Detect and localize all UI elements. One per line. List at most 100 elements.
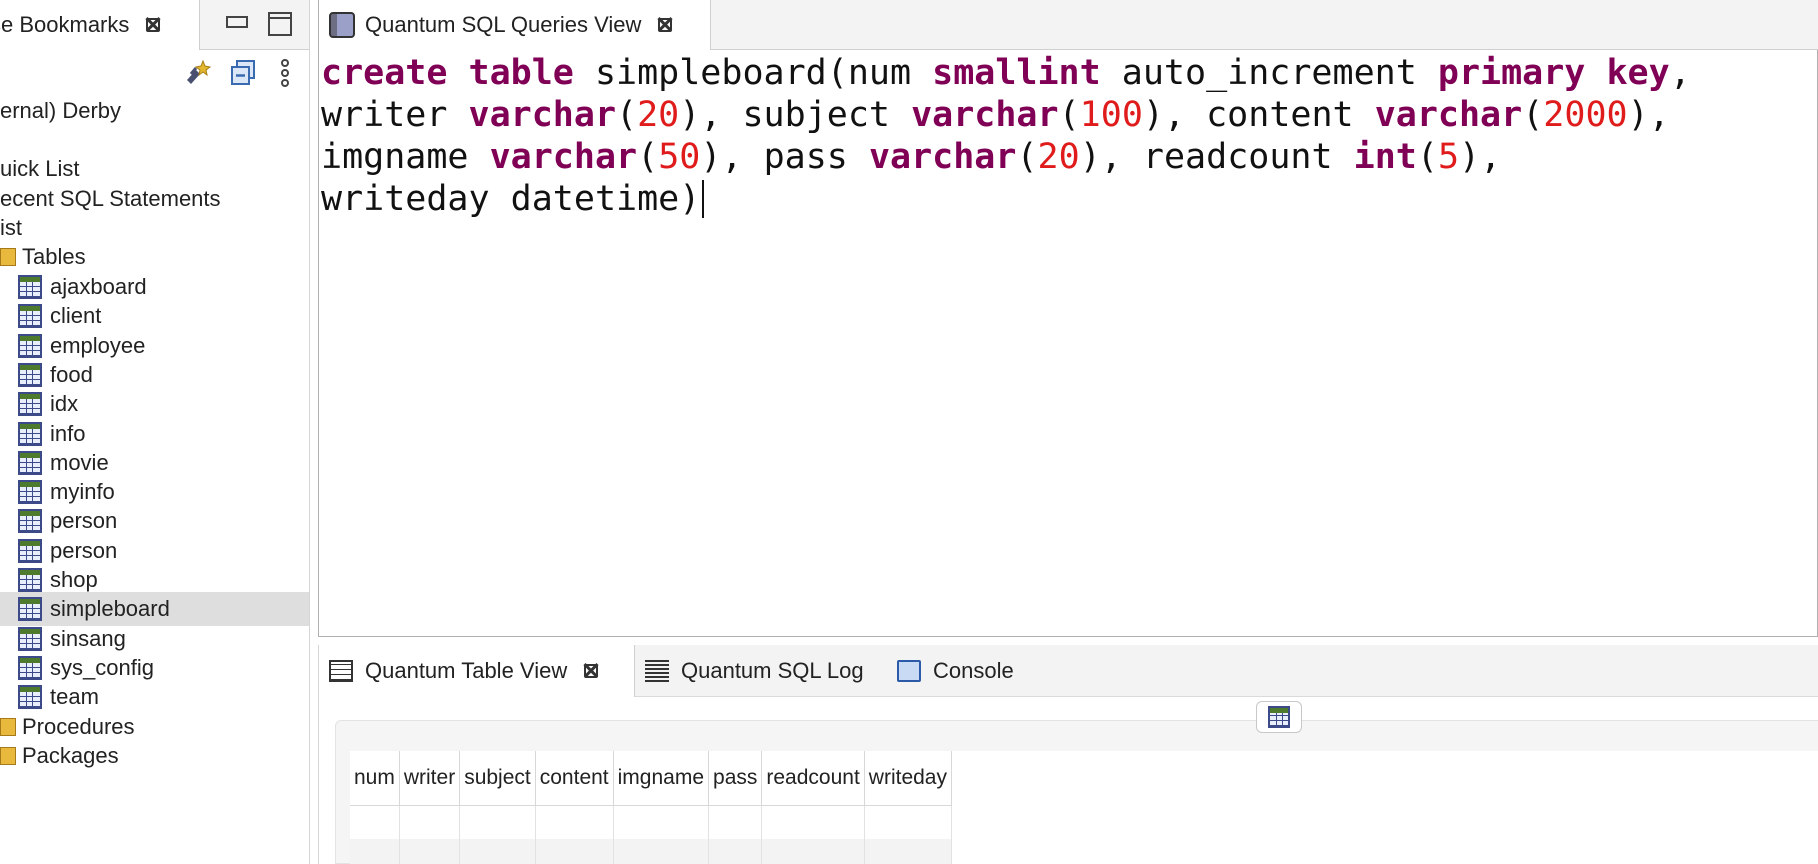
sql-line: writeday datetime): [321, 178, 1818, 220]
result-area: num writer subject content imgname pass readco…: [335, 701, 1818, 864]
collapse-all-icon[interactable]: [228, 58, 258, 88]
editor-tabbar: Quantum SQL Queries View: [319, 0, 1818, 50]
table-icon: [18, 304, 42, 329]
tree-item-label: myinfo: [50, 479, 115, 505]
bookmarks-panel: se Bookmarks ernal) Derby uick List ecent …: [0, 0, 310, 864]
table-icon: [18, 480, 42, 505]
table-cell[interactable]: [535, 805, 614, 839]
table-cell[interactable]: [613, 839, 710, 864]
table-icon: [18, 421, 42, 446]
view-menu-icon[interactable]: [276, 58, 294, 88]
tree-item-label: person: [50, 537, 118, 563]
tab-label: Quantum SQL Log: [681, 658, 864, 683]
bookmarks-tab[interactable]: se Bookmarks: [0, 0, 200, 50]
close-bookmarks-tab-icon[interactable]: [141, 13, 165, 37]
table-icon: [1268, 706, 1290, 728]
sql-line: imgname varchar(50), pass varchar(20), r…: [321, 137, 1502, 177]
tree-item-label: employee: [50, 332, 146, 358]
table-view-icon: [329, 660, 353, 682]
tree-item-label: sys_config: [50, 654, 154, 680]
table-row[interactable]: [350, 805, 952, 839]
tree-item-label: team: [50, 684, 99, 710]
tree-tables[interactable]: Tables: [0, 240, 309, 274]
sql-editor[interactable]: create table simpleboard(num smallint au…: [319, 52, 1818, 220]
tab-quantum-sql-log[interactable]: Quantum SQL Log: [645, 645, 864, 697]
folder-icon: [0, 747, 16, 765]
table-icon: [18, 450, 42, 475]
text-caret: [702, 180, 705, 218]
close-sql-queries-tab-icon[interactable]: [653, 13, 677, 37]
sql-queries-tab-label: Quantum SQL Queries View: [365, 12, 642, 37]
tree-connection-derby[interactable]: ernal) Derby: [0, 94, 309, 128]
table-row[interactable]: [350, 839, 952, 864]
table-icon: [18, 538, 42, 563]
column-header-content[interactable]: content: [535, 751, 614, 806]
tree-item-label: Procedures: [22, 714, 135, 739]
tree-item-label: idx: [50, 391, 79, 417]
column-header-imgname[interactable]: imgname: [613, 751, 710, 806]
tab-console[interactable]: Console: [897, 645, 1014, 697]
table-cell[interactable]: [459, 805, 536, 839]
table-icon: [18, 685, 42, 710]
table-icon: [18, 275, 42, 299]
tree-packages[interactable]: Packages: [0, 739, 309, 773]
tree-item-label: ajaxboard: [50, 274, 147, 299]
table-icon: [18, 568, 42, 592]
table-toggle-button[interactable]: [1256, 701, 1302, 733]
table-cell[interactable]: [350, 839, 400, 864]
table-cell[interactable]: [399, 805, 461, 839]
column-header-num[interactable]: num: [350, 751, 400, 806]
console-icon: [897, 660, 921, 682]
minimize-icon[interactable]: [224, 12, 248, 28]
sql-queries-icon: [329, 12, 355, 38]
table-cell[interactable]: [399, 839, 461, 864]
sql-queries-panel: Quantum SQL Queries View create table si…: [318, 0, 1818, 637]
table-cell[interactable]: [761, 839, 865, 864]
bottom-panel: Quantum Table View Quantum SQL Log Conso…: [318, 645, 1818, 864]
table-icon: [18, 362, 42, 387]
column-header-writeday[interactable]: writeday: [864, 751, 952, 806]
table-cell[interactable]: [708, 805, 763, 839]
maximize-icon[interactable]: [268, 12, 292, 36]
result-table: num writer subject content imgname pass readco…: [350, 751, 952, 864]
tree-item-label: movie: [50, 449, 109, 475]
table-cell[interactable]: [864, 805, 952, 839]
table-cell[interactable]: [350, 805, 400, 839]
table-cell[interactable]: [864, 839, 952, 864]
table-icon: [18, 655, 42, 680]
tree-item-label: food: [50, 361, 93, 387]
tab-quantum-table-view[interactable]: Quantum Table View: [319, 645, 635, 697]
tab-label: Console: [933, 658, 1014, 683]
table-cell[interactable]: [613, 805, 710, 839]
tree-item-label: ecent SQL Statements: [0, 186, 221, 211]
tree-item-label: ernal) Derby: [0, 98, 122, 123]
column-header-subject[interactable]: subject: [459, 751, 536, 806]
table-cell[interactable]: [761, 805, 865, 839]
column-header-pass[interactable]: pass: [708, 751, 763, 806]
tree-quick-list[interactable]: uick List: [0, 152, 309, 186]
tree-item-label: sinsang: [50, 625, 126, 651]
add-bookmark-icon[interactable]: [182, 58, 212, 88]
column-header-writer[interactable]: writer: [399, 751, 461, 806]
bookmarks-tabbar: se Bookmarks: [0, 0, 309, 50]
table-cell[interactable]: [459, 839, 536, 864]
tree-item-label: client: [50, 303, 102, 329]
folder-icon: [0, 248, 16, 266]
table-icon: [18, 509, 42, 534]
tree-item-label: simpleboard: [50, 596, 170, 622]
table-icon: [18, 392, 42, 417]
tab-label: Quantum Table View: [365, 658, 568, 683]
table-icon: [18, 597, 42, 622]
sql-line: create table simpleboard(num smallint au…: [321, 53, 1691, 93]
table-icon: [18, 333, 42, 358]
table-icon: [18, 626, 42, 651]
close-table-view-tab-icon[interactable]: [579, 659, 603, 683]
bookmarks-toolbar: [0, 50, 309, 94]
tree-item-label: ist: [0, 215, 22, 240]
table-cell[interactable]: [708, 839, 763, 864]
table-cell[interactable]: [535, 839, 614, 864]
column-header-readcount[interactable]: readcount: [761, 751, 865, 806]
tree-item-label: uick List: [0, 156, 80, 181]
tree-item-label: Tables: [22, 244, 86, 269]
sql-queries-tab[interactable]: Quantum SQL Queries View: [319, 0, 711, 50]
